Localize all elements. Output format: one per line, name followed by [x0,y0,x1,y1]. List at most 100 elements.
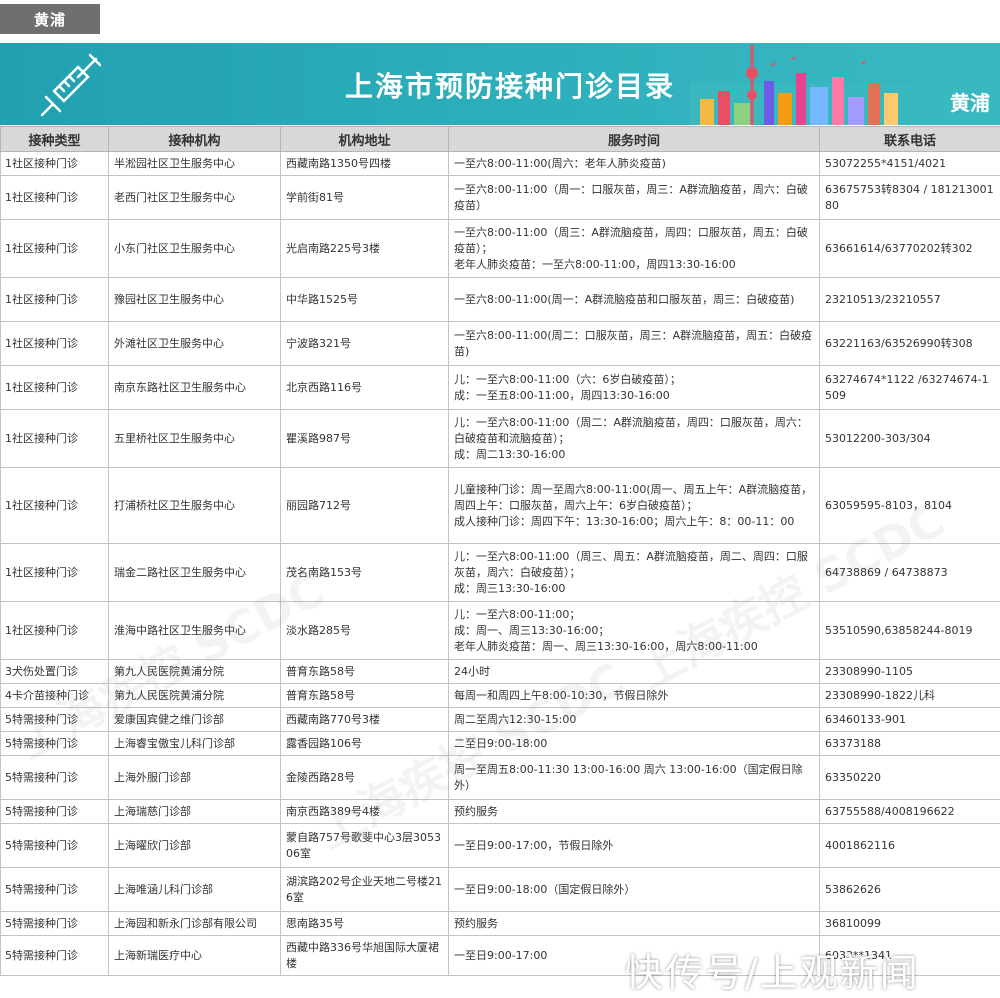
cell-type: 5特需接种门诊 [0,755,109,800]
cell-address: 金陵西路28号 [280,755,449,800]
cell-org: 上海瑞慈门诊部 [108,799,281,824]
cell-org: 上海外服门诊部 [108,755,281,800]
cell-address: 北京西路116号 [280,365,449,410]
cell-address: 普育东路58号 [280,683,449,708]
table-row: 1社区接种门诊 瑞金二路社区卫生服务中心 茂名南路153号 儿：一至六8:00-11:… [0,543,1000,602]
table-row: 1社区接种门诊 淮海中路社区卫生服务中心 淡水路285号 儿：一至六8:00-11:0… [0,601,1000,660]
cell-address: 淡水路285号 [280,601,449,660]
cell-hours: 24小时 [448,659,820,684]
cell-type: 5特需接种门诊 [0,911,109,936]
cell-org: 五里桥社区卫生服务中心 [108,409,281,468]
cell-org: 上海曜欣门诊部 [108,823,281,868]
cell-type: 5特需接种门诊 [0,823,109,868]
cell-org: 上海新瑞医疗中心 [108,935,281,976]
cell-phone: 63460133-901 [819,707,1000,732]
cell-address: 光启南路225号3楼 [280,219,449,278]
table-row: 3犬伤处置门诊 第九人民医院黄浦分院 普育东路58号 24小时 23308990-110… [0,659,1000,684]
header-phone: 联系电话 [819,126,1000,152]
district-label: 黄浦 [950,91,990,115]
district-tab-label: 黄浦 [33,10,66,29]
syringe-icon [40,53,102,117]
cell-hours: 一至六8:00-11:00(周六：老年人肺炎疫苗) [448,151,820,176]
cell-address: 思南路35号 [280,911,449,936]
table-row: 1社区接种门诊 半淞园社区卫生服务中心 西藏南路1350号四楼 一至六8:00-11:… [0,151,1000,176]
table-row: 5特需接种门诊 上海外服门诊部 金陵西路28号 周一至周五8:00-11:30 13:… [0,755,1000,800]
cell-type: 1社区接种门诊 [0,277,109,322]
cell-phone: 63373188 [819,731,1000,756]
cell-phone: 36810099 [819,911,1000,936]
cell-type: 1社区接种门诊 [0,543,109,602]
cell-address: 普育东路58号 [280,659,449,684]
cell-org: 外滩社区卫生服务中心 [108,321,281,366]
cell-phone: 63675753转8304 / 18121300180 [819,175,1000,220]
cell-type: 1社区接种门诊 [0,467,109,544]
cell-hours: 预约服务 [448,911,820,936]
cell-phone: 23308990-1822儿科 [819,683,1000,708]
cell-phone: 63755588/4008196622 [819,799,1000,824]
cell-type: 3犬伤处置门诊 [0,659,109,684]
cell-hours: 儿：一至六8:00-11:00； 成：周一、周三13:30-16:00； 老年人… [448,601,820,660]
cell-type: 5特需接种门诊 [0,867,109,912]
cell-phone: 53072255*4151/4021 [819,151,1000,176]
cell-phone: 63661614/63770202转302 [819,219,1000,278]
cell-address: 学前街81号 [280,175,449,220]
cell-address: 中华路1525号 [280,277,449,322]
table-row: 5特需接种门诊 爱康国宾健之维门诊部 西藏南路770号3楼 周二至周六12:30-15… [0,707,1000,732]
cell-hours: 二至日9:00-18:00 [448,731,820,756]
district-tab[interactable]: 黄浦 [0,4,100,34]
cell-hours: 儿：一至六8:00-11:00（六：6岁白破疫苗）； 成：一至五8:00-11:… [448,365,820,410]
header-hours: 服务时间 [448,126,820,152]
cell-address: 茂名南路153号 [280,543,449,602]
cell-address: 西藏中路336号华旭国际大厦裙楼 [280,935,449,976]
cell-address: 西藏南路770号3楼 [280,707,449,732]
cell-hours: 儿童接种门诊：周一至周六8:00-11:00(周一、周五上午：A群流脑疫苗，周四… [448,467,820,544]
cell-hours: 周一至周五8:00-11:30 13:00-16:00 周六 13:00-16:… [448,755,820,800]
title-banner: 上海市预防接种门诊目录 黄浦 [0,43,1000,125]
cell-type: 1社区接种门诊 [0,175,109,220]
page-title: 上海市预防接种门诊目录 [345,70,676,103]
cell-type: 4卡介苗接种门诊 [0,683,109,708]
cell-org: 淮海中路社区卫生服务中心 [108,601,281,660]
table-row: 4卡介苗接种门诊 第九人民医院黄浦分院 普育东路58号 每周一和周四上午8:00-10… [0,683,1000,708]
table-row: 1社区接种门诊 小东门社区卫生服务中心 光启南路225号3楼 一至六8:00-11:0… [0,219,1000,278]
cell-phone: 53510590,63858244-8019 [819,601,1000,660]
cell-hours: 一至六8:00-11:00（周一：口服灰苗，周三：A群流脑疫苗，周六：白破疫苗） [448,175,820,220]
cell-address: 瞿溪路987号 [280,409,449,468]
cell-hours: 周二至周六12:30-15:00 [448,707,820,732]
cell-phone: 4001862116 [819,823,1000,868]
cell-hours: 预约服务 [448,799,820,824]
table-row: 5特需接种门诊 上海曜欣门诊部 蒙自路757号歌斐中心3层305306室 一至日9:0… [0,823,1000,868]
cell-hours: 一至日9:00-18:00（国定假日除外） [448,867,820,912]
cell-type: 1社区接种门诊 [0,409,109,468]
cell-address: 湖滨路202号企业天地二号楼216室 [280,867,449,912]
cell-address: 丽园路712号 [280,467,449,544]
cell-type: 5特需接种门诊 [0,935,109,976]
cell-type: 5特需接种门诊 [0,731,109,756]
cell-org: 上海睿宝傲宝儿科门诊部 [108,731,281,756]
cell-address: 宁波路321号 [280,321,449,366]
cell-type: 1社区接种门诊 [0,365,109,410]
header-address: 机构地址 [280,126,449,152]
cell-org: 打浦桥社区卫生服务中心 [108,467,281,544]
cell-org: 第九人民医院黄浦分院 [108,659,281,684]
cell-address: 西藏南路1350号四楼 [280,151,449,176]
cell-type: 1社区接种门诊 [0,601,109,660]
cell-phone: 53862626 [819,867,1000,912]
cell-phone: 23210513/23210557 [819,277,1000,322]
cell-hours: 一至日9:00-17:00，节假日除外 [448,823,820,868]
cell-hours: 每周一和周四上午8:00-10:30，节假日除外 [448,683,820,708]
cell-org: 上海唯涵儿科门诊部 [108,867,281,912]
table-header-row: 接种类型 接种机构 机构地址 服务时间 联系电话 [0,126,1000,152]
cell-org: 豫园社区卫生服务中心 [108,277,281,322]
cell-org: 老西门社区卫生服务中心 [108,175,281,220]
cell-org: 第九人民医院黄浦分院 [108,683,281,708]
table-row: 1社区接种门诊 豫园社区卫生服务中心 中华路1525号 一至六8:00-11:00(周… [0,277,1000,322]
cell-org: 上海园和新永门诊部有限公司 [108,911,281,936]
cell-address: 露香园路106号 [280,731,449,756]
cell-phone: 63221163/63526990转308 [819,321,1000,366]
table-row: 5特需接种门诊 上海唯涵儿科门诊部 湖滨路202号企业天地二号楼216室 一至日9:0… [0,867,1000,912]
cell-type: 5特需接种门诊 [0,799,109,824]
header-type: 接种类型 [0,126,109,152]
table-row: 1社区接种门诊 老西门社区卫生服务中心 学前街81号 一至六8:00-11:00（周一… [0,175,1000,220]
cell-phone: 63059595-8103，8104 [819,467,1000,544]
